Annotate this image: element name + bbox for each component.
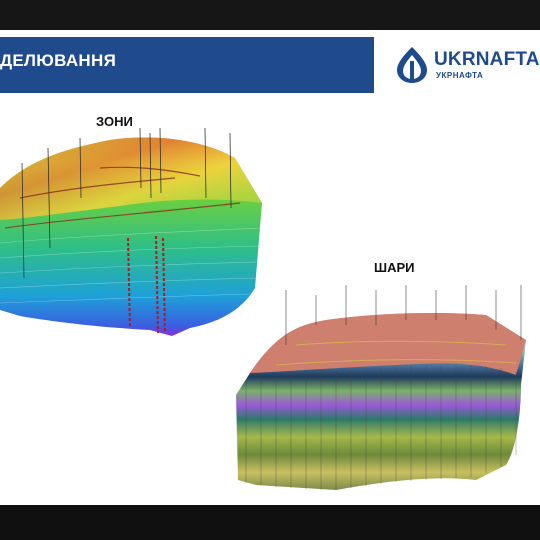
zones-3d-model-image xyxy=(0,128,263,336)
logo-name: UKRNAFTA xyxy=(434,49,540,70)
bottom-bar xyxy=(0,505,540,540)
zones-label: ЗОНИ xyxy=(96,114,133,129)
company-logo: UKRNAFTA УКРНАФТА xyxy=(390,41,540,91)
layers-3d-model-image xyxy=(236,285,526,490)
slide-title: ДЕЛЮВАННЯ xyxy=(0,51,117,70)
drop-logo-icon xyxy=(397,47,427,83)
logo-subtitle: УКРНАФТА xyxy=(436,71,484,80)
layers-label: ШАРИ xyxy=(374,260,415,275)
presentation-slide: ДЕЛЮВАННЯ UKRNAFTA УКРНАФТА ЗОНИ ШАРИ xyxy=(0,30,540,505)
title-bar: ДЕЛЮВАННЯ xyxy=(0,37,374,93)
